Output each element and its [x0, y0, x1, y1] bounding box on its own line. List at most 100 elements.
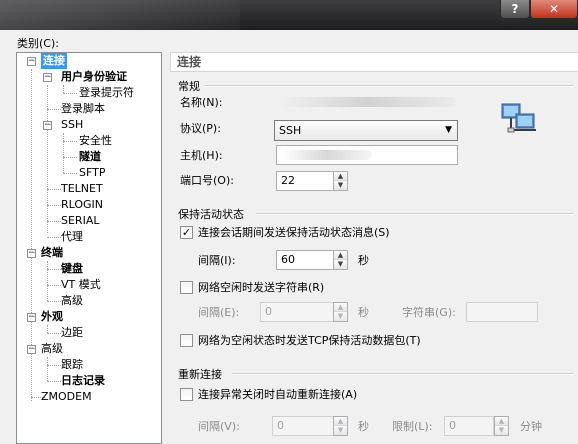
tree-item-ssh[interactable]: SSH: [61, 117, 83, 133]
tree-item-proxy[interactable]: 代理: [61, 229, 83, 245]
string-input[interactable]: [466, 302, 538, 322]
tree-expander-icon[interactable]: −: [27, 345, 36, 354]
tree-item-authentication[interactable]: 用户身份验证: [61, 69, 127, 85]
protocol-select[interactable]: SSH ▼: [274, 120, 458, 141]
tree-expander-icon[interactable]: −: [43, 121, 52, 130]
panel-header: 连接: [170, 52, 578, 72]
group-separator: [256, 213, 574, 215]
group-separator: [232, 373, 574, 375]
tree-line: [63, 173, 77, 174]
tree-expander-icon[interactable]: −: [43, 73, 52, 82]
reconnect-interval-spinner[interactable]: ▲ ▼: [333, 416, 348, 436]
tree-item-rlogin[interactable]: RLOGIN: [61, 197, 103, 213]
string-seconds-label: 秒: [358, 306, 369, 319]
reconnect-interval-label: 间隔(V):: [198, 420, 240, 433]
reconnect-seconds-label: 秒: [358, 420, 369, 433]
tree-line: [47, 205, 61, 206]
tree-item-login-prompts[interactable]: 登录提示符: [79, 85, 134, 101]
tree-item-login-script[interactable]: 登录脚本: [61, 101, 105, 117]
spin-up-icon[interactable]: ▲: [334, 417, 347, 426]
spin-up-icon[interactable]: ▲: [334, 303, 347, 312]
string-interval-label: 间隔(E):: [198, 306, 240, 319]
auto-reconnect-label[interactable]: 连接异常关闭时自动重新连接(A): [198, 388, 357, 402]
tree-item-zmodem[interactable]: ZMODEM: [41, 389, 92, 405]
tree-item-logging[interactable]: 日志记录: [61, 373, 105, 389]
group-title-general: 常规: [178, 80, 200, 93]
tree-item-margins[interactable]: 边距: [61, 325, 83, 341]
tree-line: [47, 85, 48, 233]
keepalive-interval-spinner[interactable]: ▲ ▼: [333, 250, 348, 270]
reconnect-minutes-label: 分钟: [520, 420, 542, 433]
tree-line: [47, 189, 61, 190]
tree-line: [47, 285, 61, 286]
tree-line: [47, 325, 48, 333]
help-button[interactable]: ?: [500, 0, 530, 19]
tree-line: [47, 221, 61, 222]
tree-line: [47, 301, 61, 302]
port-input[interactable]: 22: [276, 171, 334, 191]
tree-item-serial[interactable]: SERIAL: [61, 213, 99, 229]
reconnect-limit-input[interactable]: 0: [444, 416, 494, 436]
string-interval-spinner[interactable]: ▲ ▼: [333, 302, 348, 322]
tree-line: [63, 133, 64, 173]
port-label: 端口号(O):: [180, 174, 234, 187]
tcp-keepalive-checkbox[interactable]: [180, 334, 193, 347]
tree-item-tunneling[interactable]: 隧道: [79, 149, 101, 165]
category-tree[interactable]: − − − − − − 连接 用户身份验证 登录提示符 登录脚本 SSH 安全性…: [16, 52, 162, 444]
group-title-keepalive: 保持活动状态: [178, 208, 244, 221]
group-title-reconnect: 重新连接: [178, 368, 222, 381]
send-keepalive-checkbox[interactable]: ✓: [180, 226, 193, 239]
send-keepalive-label[interactable]: 连接会话期间发送保持活动状态消息(S): [198, 226, 390, 240]
tree-item-appearance[interactable]: 外观: [41, 309, 63, 325]
string-interval-input[interactable]: 0: [260, 302, 334, 322]
tree-item-advanced[interactable]: 高级: [41, 341, 63, 357]
title-bar-blurred-title: [0, 0, 240, 30]
spin-down-icon[interactable]: ▼: [334, 312, 347, 321]
port-spinner[interactable]: ▲ ▼: [333, 171, 348, 191]
tree-item-terminal-advanced[interactable]: 高级: [61, 293, 83, 309]
tree-line: [63, 157, 77, 158]
tree-expander-icon[interactable]: −: [27, 57, 36, 66]
reconnect-limit-spinner[interactable]: ▲ ▼: [494, 416, 509, 436]
spin-down-icon[interactable]: ▼: [334, 426, 347, 435]
tree-item-trace[interactable]: 跟踪: [61, 357, 83, 373]
tcp-keepalive-label[interactable]: 网络为空闲状态时发送TCP保持活动数据包(T): [198, 334, 421, 348]
title-bar: ? ✕: [0, 0, 578, 30]
spin-down-icon[interactable]: ▼: [334, 260, 347, 269]
spin-down-icon[interactable]: ▼: [495, 426, 508, 435]
tree-line: [47, 365, 61, 366]
category-label: 类别(C):: [17, 37, 59, 50]
tree-expander-icon[interactable]: −: [27, 313, 36, 322]
protocol-select-value: SSH: [279, 124, 302, 137]
keepalive-seconds-label: 秒: [358, 254, 369, 267]
tree-line: [47, 269, 61, 270]
spin-up-icon[interactable]: ▲: [334, 172, 347, 181]
host-redacted-blur: [282, 150, 372, 160]
tree-item-security[interactable]: 安全性: [79, 133, 112, 149]
tree-item-keyboard[interactable]: 键盘: [61, 261, 83, 277]
tree-item-terminal[interactable]: 终端: [41, 245, 63, 261]
tree-item-sftp[interactable]: SFTP: [79, 165, 105, 181]
tree-item-connection[interactable]: 连接: [41, 53, 67, 69]
close-button[interactable]: ✕: [530, 0, 578, 19]
dropdown-arrow-icon: ▼: [445, 125, 452, 135]
tree-item-telnet[interactable]: TELNET: [61, 181, 103, 197]
spin-up-icon[interactable]: ▲: [334, 251, 347, 260]
tree-item-vt-modes[interactable]: VT 模式: [61, 277, 101, 293]
tree-line: [63, 85, 64, 93]
network-connection-icon: [501, 103, 536, 133]
send-string-label[interactable]: 网络空闲时发送字符串(R): [198, 281, 324, 295]
tree-line: [47, 261, 48, 301]
auto-reconnect-checkbox[interactable]: [180, 388, 193, 401]
keepalive-interval-input[interactable]: 60: [276, 250, 334, 270]
tree-line: [47, 237, 61, 238]
tree-line: [47, 333, 61, 334]
tree-line: [47, 109, 61, 110]
tree-line: [63, 141, 77, 142]
send-string-checkbox[interactable]: [180, 281, 193, 294]
spin-up-icon[interactable]: ▲: [495, 417, 508, 426]
spin-down-icon[interactable]: ▼: [334, 181, 347, 190]
reconnect-interval-input[interactable]: 0: [272, 416, 334, 436]
tree-expander-icon[interactable]: −: [27, 249, 36, 258]
tree-line: [47, 381, 61, 382]
